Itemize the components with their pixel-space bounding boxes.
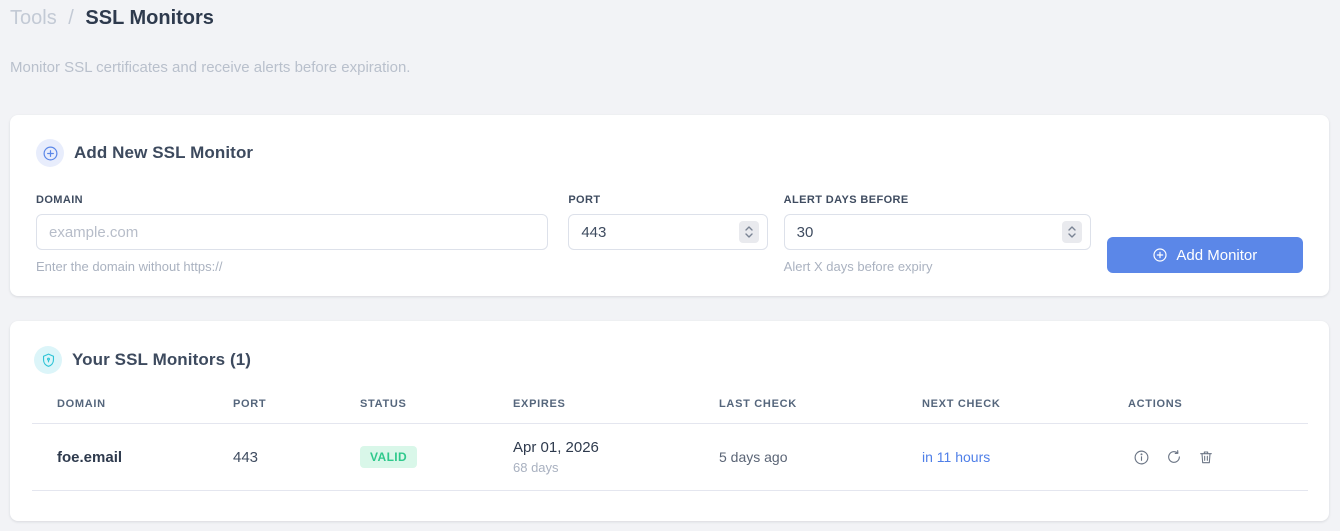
alert-days-hint: Alert X days before expiry [783, 259, 933, 274]
domain-hint: Enter the domain without https:// [36, 259, 223, 274]
info-button[interactable] [1133, 449, 1150, 466]
table-header-row: DOMAIN PORT STATUS EXPIRES LAST CHECK NE… [32, 398, 1308, 424]
trash-icon [1200, 451, 1212, 464]
column-header-next-check: NEXT CHECK [922, 398, 1001, 410]
add-monitor-button-label: Add Monitor [1176, 246, 1258, 264]
breadcrumb-separator: / [68, 7, 74, 29]
domain-label: DOMAIN [36, 194, 84, 206]
monitor-status-cell: VALID [360, 446, 513, 468]
circle-plus-icon [1153, 248, 1167, 262]
add-monitor-button[interactable]: Add Monitor [1106, 237, 1303, 273]
refresh-icon [1168, 450, 1180, 463]
column-header-domain: DOMAIN [57, 398, 106, 410]
info-icon [1134, 450, 1149, 464]
monitors-header: Your SSL Monitors (1) [10, 321, 1329, 374]
alert-days-label: ALERT DAYS BEFORE [783, 194, 909, 206]
port-label: PORT [568, 194, 601, 206]
monitors-title: Your SSL Monitors (1) [72, 350, 252, 369]
monitor-expires-cell: Apr 01, 2026 68 days [513, 439, 719, 475]
status-badge: VALID [360, 446, 418, 468]
domain-field-group: DOMAIN Enter the domain without https:// [36, 194, 549, 274]
monitor-next-check: in 11 hours [922, 449, 991, 465]
monitor-port: 443 [233, 448, 259, 466]
page-subtitle: Monitor SSL certificates and receive ale… [10, 59, 411, 76]
column-header-status: STATUS [360, 398, 407, 410]
column-header-actions: ACTIONS [1128, 398, 1183, 410]
port-field-group: PORT [568, 194, 768, 250]
add-monitor-card: Add New SSL Monitor DOMAIN Enter the dom… [10, 115, 1329, 296]
breadcrumb-section[interactable]: Tools [10, 7, 57, 29]
table-row: foe.email 443 VALID Apr 01, 2026 68 days… [32, 424, 1308, 491]
alert-days-field-group: ALERT DAYS BEFORE Alert X days before ex… [783, 194, 1091, 274]
shield-icon [34, 346, 62, 374]
expires-days-remaining: 68 days [513, 460, 559, 475]
port-stepper-chevrons-icon[interactable] [738, 221, 759, 243]
circle-plus-icon [36, 139, 64, 167]
monitor-last-check: 5 days ago [719, 449, 788, 465]
add-monitor-header: Add New SSL Monitor [36, 139, 1303, 167]
add-monitor-form: DOMAIN Enter the domain without https://… [36, 194, 1303, 274]
monitor-domain: foe.email [57, 448, 123, 466]
column-header-expires: EXPIRES [513, 398, 566, 410]
column-header-port: PORT [233, 398, 267, 410]
page-title: SSL Monitors [85, 7, 214, 29]
alert-days-stepper-chevrons-icon[interactable] [1061, 221, 1082, 243]
port-input[interactable] [568, 214, 768, 250]
domain-input[interactable] [36, 214, 549, 250]
monitor-actions [1128, 449, 1308, 466]
alert-days-input[interactable] [783, 214, 1091, 250]
delete-button[interactable] [1198, 449, 1214, 466]
expires-date: Apr 01, 2026 [513, 439, 599, 456]
column-header-last-check: LAST CHECK [719, 398, 797, 410]
add-monitor-title: Add New SSL Monitor [74, 143, 254, 162]
monitors-card: Your SSL Monitors (1) DOMAIN PORT STATUS… [10, 321, 1329, 521]
refresh-button[interactable] [1166, 449, 1182, 466]
monitors-table: DOMAIN PORT STATUS EXPIRES LAST CHECK NE… [32, 398, 1308, 491]
breadcrumb: Tools / SSL Monitors [10, 7, 214, 30]
